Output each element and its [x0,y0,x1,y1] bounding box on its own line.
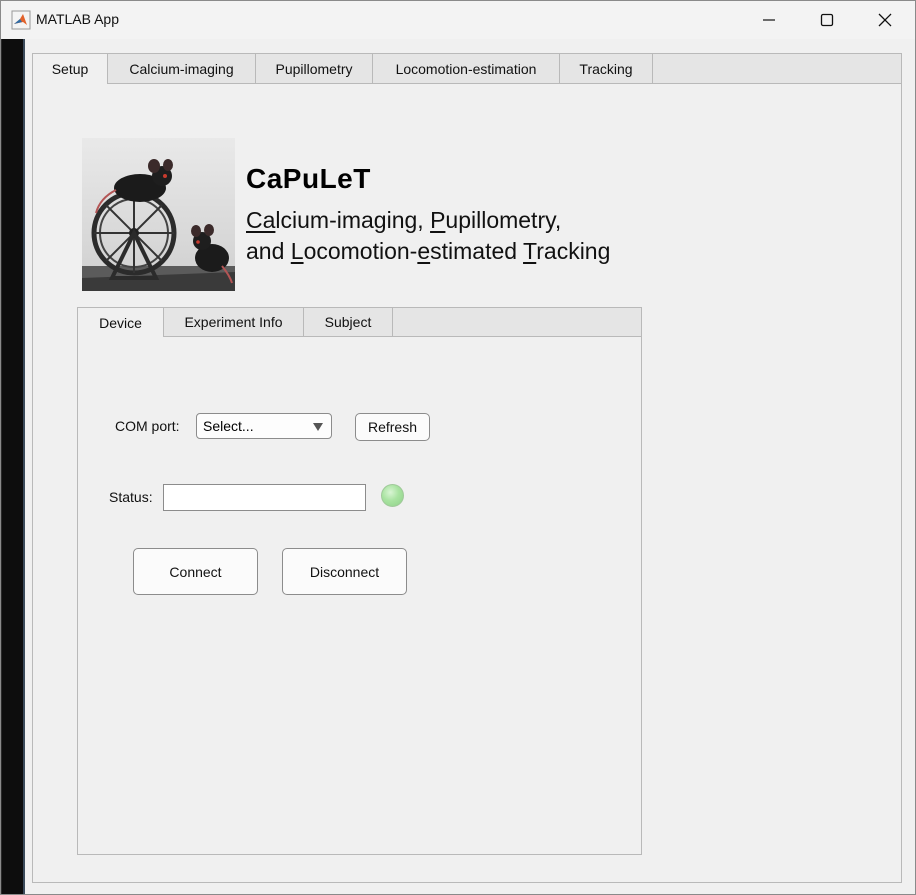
subtitle-line-2: and Locomotion-estimated Tracking [246,238,610,265]
tab-label: Experiment Info [184,314,283,330]
window-title: MATLAB App [36,11,120,27]
com-port-dropdown[interactable]: Select... [196,413,332,439]
capulet-logo-image [82,138,235,291]
close-icon [878,13,892,27]
tab-label: Calcium-imaging [129,60,234,77]
tab-device[interactable]: Device [78,308,164,337]
app-window: MATLAB App Setup Calcium-imaging Pupillo… [0,0,916,895]
subtitle-line-2-text: and Locomotion-estimated Tracking [246,238,611,264]
connect-button-label: Connect [169,563,222,580]
tab-tracking[interactable]: Tracking [560,54,653,83]
close-button[interactable] [856,1,914,39]
maximize-icon [820,13,834,27]
title-bar[interactable]: MATLAB App [1,1,915,39]
tab-label: Locomotion-estimation [395,60,537,77]
disconnect-button-label: Disconnect [309,563,380,580]
refresh-button-label: Refresh [367,419,418,435]
connect-button[interactable]: Connect [133,548,258,595]
tab-label: Tracking [579,60,633,77]
app-name: CaPuLeT [246,163,371,194]
com-port-selected-value: Select... [203,418,254,434]
subtitle-line-1-text: Calcium-imaging, Pupillometry, [246,207,562,233]
status-field [163,484,366,511]
status-lamp [381,484,404,507]
refresh-button[interactable]: Refresh [355,413,430,441]
subtitle-line-1: Calcium-imaging, Pupillometry, [246,207,561,234]
tab-locomotion-estimation[interactable]: Locomotion-estimation [373,54,560,83]
tab-subject[interactable]: Subject [304,308,393,336]
tab-setup[interactable]: Setup [33,54,108,84]
tab-pupillometry[interactable]: Pupillometry [256,54,373,83]
matlab-logo-icon [11,10,31,30]
tab-experiment-info[interactable]: Experiment Info [164,308,304,336]
tab-label: Subject [324,314,372,330]
tab-label: Device [99,314,142,331]
status-label: Status: [109,489,153,505]
main-tab-bar: Setup Calcium-imaging Pupillometry Locom… [33,54,901,84]
tab-label: Pupillometry [275,60,353,77]
subtab-bar: Device Experiment Info Subject [78,308,641,337]
tab-label: Setup [51,61,89,77]
disconnect-button[interactable]: Disconnect [282,548,407,595]
maximize-button[interactable] [798,1,856,39]
background-window-strip [1,39,25,894]
com-port-label: COM port: [115,418,180,434]
tab-calcium-imaging[interactable]: Calcium-imaging [108,54,256,83]
minimize-button[interactable] [740,1,798,39]
dropdown-arrow-icon [313,423,323,431]
minimize-icon [762,13,776,27]
